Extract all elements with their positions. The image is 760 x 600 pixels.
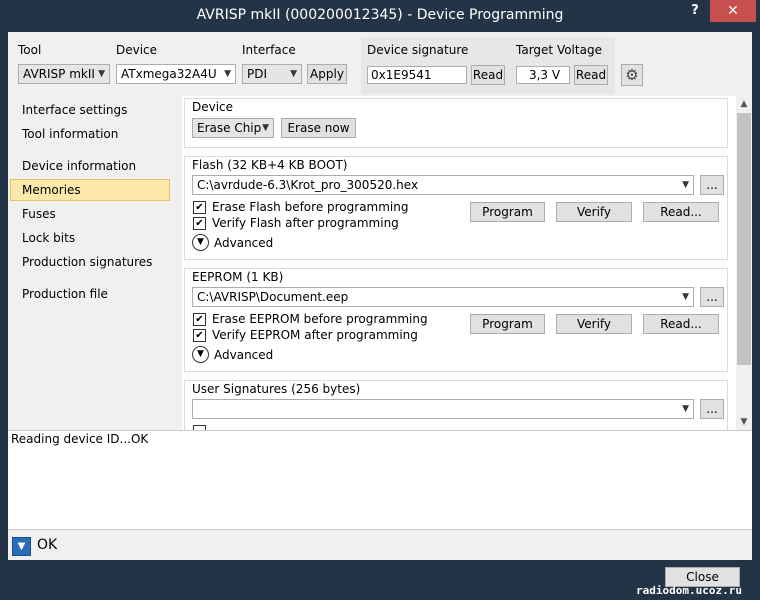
flash-program-button[interactable]: Program bbox=[470, 202, 545, 222]
watermark-text: radiodom.ucoz.ru bbox=[636, 584, 742, 597]
device-signature-label: Device signature bbox=[367, 43, 469, 57]
device-group-title: Device bbox=[192, 100, 234, 114]
flash-group: Flash (32 KB+4 KB BOOT) C:\avrdude-6.3\K… bbox=[184, 156, 728, 260]
chevron-down-icon: ▼ bbox=[262, 123, 269, 133]
sidebar-item-interface-settings[interactable]: Interface settings bbox=[10, 99, 170, 121]
eeprom-group-title: EEPROM (1 KB) bbox=[192, 270, 284, 284]
flash-browse-button[interactable]: ... bbox=[700, 175, 724, 195]
status-expand-toggle[interactable]: ▼ bbox=[12, 537, 31, 556]
eeprom-advanced-toggle[interactable]: ▼ bbox=[192, 346, 209, 363]
target-voltage-label: Target Voltage bbox=[516, 43, 602, 57]
eeprom-erase-label: Erase EEPROM before programming bbox=[212, 312, 428, 326]
sidebar-nav: Interface settings Tool information Devi… bbox=[8, 96, 174, 430]
target-voltage-field[interactable]: 3,3 V bbox=[516, 66, 570, 84]
chevron-down-icon: ▼ bbox=[682, 180, 689, 190]
eeprom-verify-checkbox[interactable]: ✔ bbox=[193, 329, 206, 342]
flash-group-title: Flash (32 KB+4 KB BOOT) bbox=[192, 158, 348, 172]
flash-verify-checkbox[interactable]: ✔ bbox=[193, 217, 206, 230]
eeprom-read-button[interactable]: Read... bbox=[643, 314, 719, 334]
chevron-down-icon: ▼ bbox=[197, 237, 204, 247]
device-select[interactable]: ATxmega32A4U ▼ bbox=[116, 64, 236, 84]
flash-advanced-label[interactable]: Advanced bbox=[214, 236, 273, 250]
eeprom-group: EEPROM (1 KB) C:\AVRISP\Document.eep ▼ .… bbox=[184, 268, 728, 372]
log-line: Reading device ID...OK bbox=[11, 432, 149, 446]
sidebar-item-device-information[interactable]: Device information bbox=[10, 155, 170, 177]
user-signatures-file-path[interactable]: ▼ bbox=[192, 399, 694, 419]
sidebar-item-memories[interactable]: Memories bbox=[10, 179, 170, 201]
chevron-down-icon: ▼ bbox=[290, 69, 297, 79]
eeprom-advanced-label[interactable]: Advanced bbox=[214, 348, 273, 362]
content-scrollbar[interactable]: ▲ ▼ bbox=[736, 96, 752, 430]
device-select-value: ATxmega32A4U bbox=[121, 67, 217, 81]
flash-advanced-toggle[interactable]: ▼ bbox=[192, 234, 209, 251]
user-signatures-browse-button[interactable]: ... bbox=[700, 399, 724, 419]
device-label: Device bbox=[116, 43, 158, 57]
sidebar-item-tool-information[interactable]: Tool information bbox=[10, 123, 170, 145]
tool-label: Tool bbox=[18, 43, 42, 57]
interface-label: Interface bbox=[242, 43, 296, 57]
scroll-up-arrow-icon[interactable]: ▲ bbox=[736, 96, 752, 112]
flash-file-path-value: C:\avrdude-6.3\Krot_pro_300520.hex bbox=[197, 178, 419, 192]
chevron-down-icon: ▼ bbox=[224, 69, 231, 79]
settings-gear-button[interactable]: ⚙ bbox=[621, 64, 643, 86]
memories-panel: Device Erase Chip ▼ Erase now Flash (32 … bbox=[182, 96, 736, 430]
flash-erase-label: Erase Flash before programming bbox=[212, 200, 409, 214]
erase-now-button[interactable]: Erase now bbox=[281, 118, 356, 138]
sidebar-item-lock-bits[interactable]: Lock bits bbox=[10, 227, 170, 249]
device-signature-field[interactable]: 0x1E9541 bbox=[367, 66, 467, 84]
chevron-down-icon: ▼ bbox=[682, 404, 689, 414]
erase-mode-select[interactable]: Erase Chip ▼ bbox=[192, 118, 274, 138]
chevron-down-icon: ▼ bbox=[98, 69, 105, 79]
window-close-button[interactable]: ✕ bbox=[710, 0, 756, 22]
tool-select[interactable]: AVRISP mkII ▼ bbox=[18, 64, 110, 84]
scroll-down-arrow-icon[interactable]: ▼ bbox=[736, 414, 752, 430]
eeprom-verify-button[interactable]: Verify bbox=[556, 314, 632, 334]
dialog-client-area: Tool AVRISP mkII ▼ Device ATxmega32A4U ▼… bbox=[8, 32, 752, 560]
device-group: Device Erase Chip ▼ Erase now bbox=[184, 98, 728, 148]
status-text: OK bbox=[37, 537, 58, 553]
tool-select-value: AVRISP mkII bbox=[23, 67, 95, 81]
user-signatures-group: User Signatures (256 bytes) ▼ ... bbox=[184, 380, 728, 430]
flash-verify-button[interactable]: Verify bbox=[556, 202, 632, 222]
flash-read-button[interactable]: Read... bbox=[643, 202, 719, 222]
scrollbar-thumb[interactable] bbox=[737, 113, 751, 365]
eeprom-program-button[interactable]: Program bbox=[470, 314, 545, 334]
programming-window: AVRISP mkII (000200012345) - Device Prog… bbox=[0, 0, 760, 600]
signature-read-button[interactable]: Read bbox=[471, 65, 505, 85]
gear-icon: ⚙ bbox=[625, 66, 639, 84]
chevron-down-icon: ▼ bbox=[682, 292, 689, 302]
chevron-down-icon: ▼ bbox=[197, 349, 204, 359]
output-log[interactable]: Reading device ID...OK bbox=[8, 430, 752, 530]
apply-button[interactable]: Apply bbox=[307, 64, 347, 84]
erase-mode-value: Erase Chip bbox=[197, 121, 262, 135]
flash-verify-label: Verify Flash after programming bbox=[212, 216, 399, 230]
eeprom-file-path-value: C:\AVRISP\Document.eep bbox=[197, 290, 349, 304]
interface-select-value: PDI bbox=[247, 67, 268, 81]
eeprom-browse-button[interactable]: ... bbox=[700, 287, 724, 307]
user-signatures-title: User Signatures (256 bytes) bbox=[192, 382, 361, 396]
eeprom-verify-label: Verify EEPROM after programming bbox=[212, 328, 418, 342]
sidebar-item-production-signatures[interactable]: Production signatures bbox=[10, 251, 170, 273]
eeprom-erase-checkbox[interactable]: ✔ bbox=[193, 313, 206, 326]
eeprom-file-path[interactable]: C:\AVRISP\Document.eep ▼ bbox=[192, 287, 694, 307]
voltage-read-button[interactable]: Read bbox=[574, 65, 608, 85]
sidebar-item-production-file[interactable]: Production file bbox=[10, 283, 170, 305]
interface-select[interactable]: PDI ▼ bbox=[242, 64, 302, 84]
sidebar-item-fuses[interactable]: Fuses bbox=[10, 203, 170, 225]
window-title: AVRISP mkII (000200012345) - Device Prog… bbox=[196, 7, 564, 23]
status-bar: ▼ OK bbox=[8, 532, 752, 560]
flash-erase-checkbox[interactable]: ✔ bbox=[193, 201, 206, 214]
title-bar: AVRISP mkII (000200012345) - Device Prog… bbox=[0, 0, 760, 32]
help-button[interactable]: ? bbox=[684, 0, 706, 22]
flash-file-path[interactable]: C:\avrdude-6.3\Krot_pro_300520.hex ▼ bbox=[192, 175, 694, 195]
